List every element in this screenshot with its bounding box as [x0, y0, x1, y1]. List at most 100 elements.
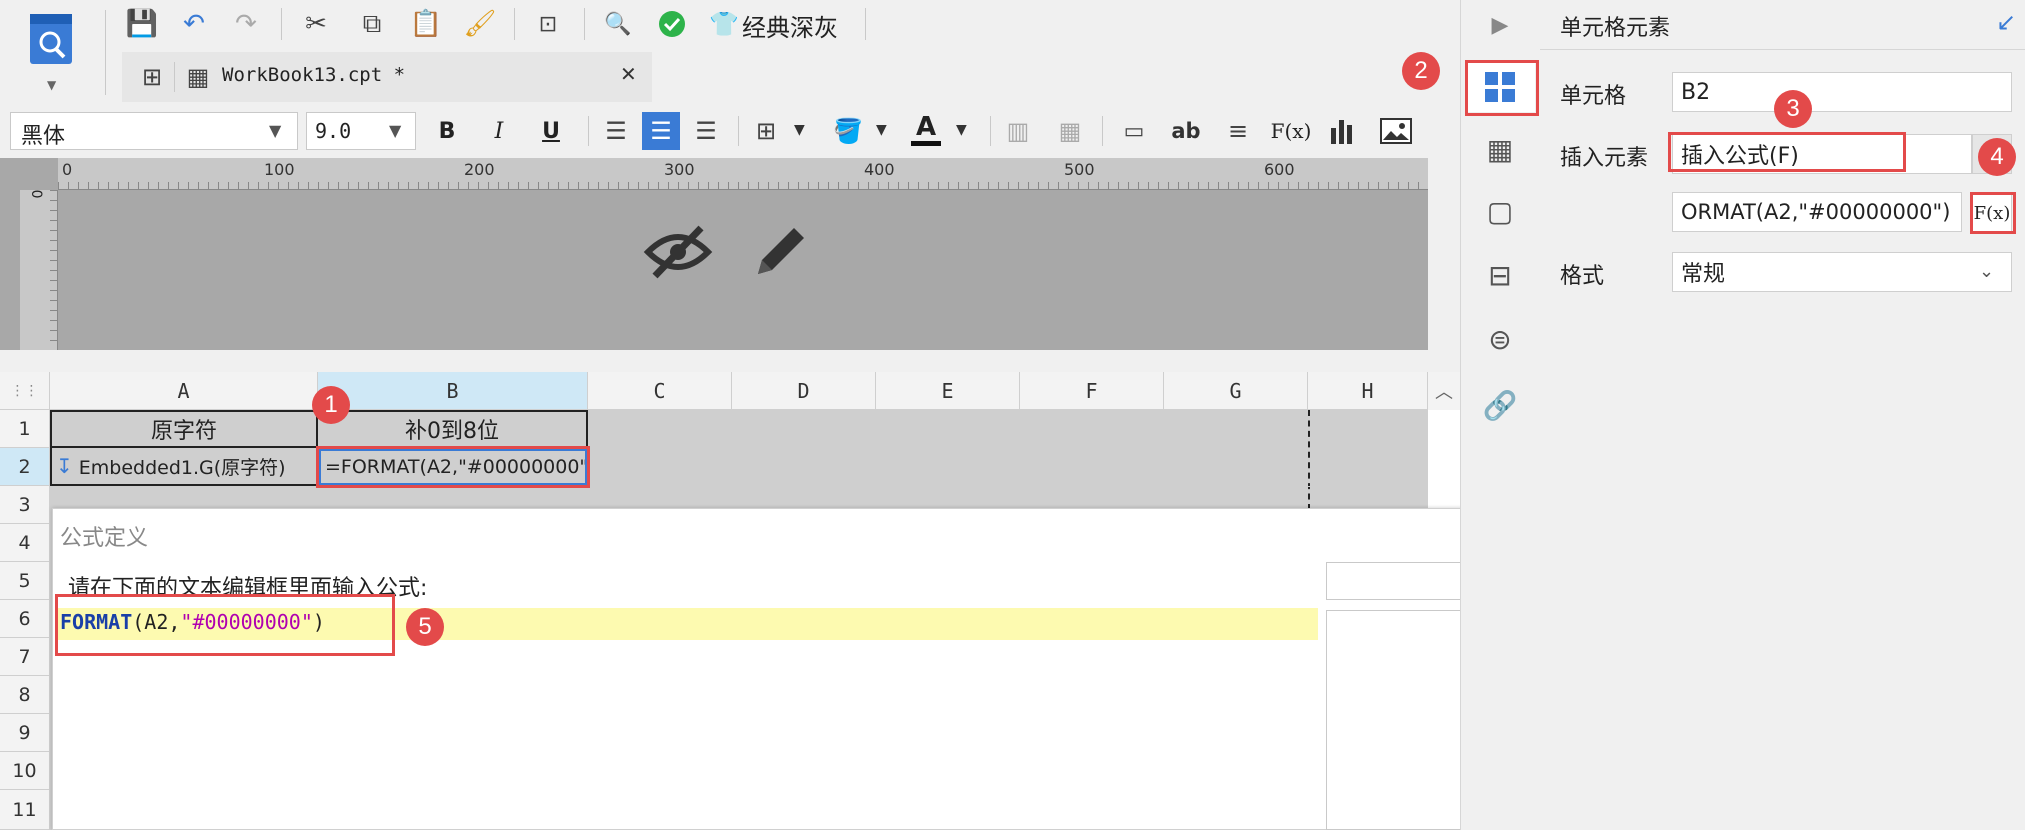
undo-icon[interactable]: ↶	[174, 4, 214, 44]
step-badge-2: 2	[1402, 52, 1440, 90]
image-icon[interactable]	[1376, 112, 1416, 150]
fill-bucket-icon[interactable]: 🪣	[830, 112, 866, 150]
cell-label: 单元格	[1560, 84, 1627, 109]
collapse-panel-icon[interactable]: ▶	[1465, 0, 1535, 50]
text-color-icon[interactable]: A	[908, 108, 944, 150]
format-value: 常规	[1681, 262, 1726, 287]
cell-b1[interactable]: 补0到8位	[318, 410, 588, 448]
row-header[interactable]: 10	[0, 752, 50, 790]
tab-close-icon[interactable]: ✕	[620, 62, 637, 86]
col-header-d[interactable]: D	[732, 372, 876, 410]
chevron-down-icon[interactable]: ▼	[794, 122, 805, 138]
paste-icon[interactable]: 📋	[406, 4, 446, 44]
chart-search-icon[interactable]: 🔍	[598, 4, 638, 44]
format-select[interactable]: 常规 ⌄	[1672, 252, 2012, 292]
widget-icon[interactable]: ⊟	[1465, 250, 1535, 300]
expand-down-icon: ↧	[56, 454, 73, 478]
row-header[interactable]: 3	[0, 486, 50, 524]
row-header[interactable]: 5	[0, 562, 50, 600]
col-header-f[interactable]: F	[1020, 372, 1164, 410]
formula-field[interactable]: ORMAT(A2,"#00000000")	[1672, 192, 1962, 232]
hyperlink-icon[interactable]: 🔗	[1465, 380, 1535, 430]
redo-icon[interactable]: ↷	[226, 4, 266, 44]
report-logo-icon[interactable]	[28, 12, 78, 68]
font-name-value: 黑体	[21, 124, 66, 149]
cell-a2[interactable]: ↧ Embedded1.G(原字符)	[50, 448, 318, 486]
text-preview-icon[interactable]: ⊡	[528, 4, 568, 44]
align-left-icon[interactable]: ☰	[598, 112, 634, 150]
ruler-area: 0	[0, 158, 1428, 350]
ruler-tick: 500	[1064, 160, 1095, 179]
bar-chart-icon[interactable]	[1324, 112, 1360, 150]
chevron-down-icon[interactable]: ⌄	[1979, 261, 1994, 282]
row-header[interactable]: 4	[0, 524, 50, 562]
col-header-e[interactable]: E	[876, 372, 1020, 410]
row-header[interactable]: 7	[0, 638, 50, 676]
hide-eye-icon[interactable]	[640, 214, 716, 290]
unmerge-cells-icon[interactable]: ▦	[1052, 112, 1088, 150]
step-badge-5: 5	[406, 608, 444, 646]
col-header-c[interactable]: C	[588, 372, 732, 410]
row-header[interactable]: 2	[0, 448, 50, 486]
merge-cells-icon[interactable]: ▥	[1000, 112, 1036, 150]
col-header-h[interactable]: H	[1308, 372, 1428, 410]
theme-label[interactable]: 经典深灰	[742, 8, 838, 43]
tab-bar: ⊞ ▦ WorkBook13.cpt * ✕	[122, 52, 652, 102]
row-header[interactable]: 9	[0, 714, 50, 752]
app-window: ▼ 💾 ↶ ↷ ✂ ⧉ 📋 🖌 ⊡ 🔍 👕 经典深灰 ⊞ ▦ WorkBook1…	[0, 0, 2025, 830]
select-all-corner[interactable]: ⋮⋮	[0, 372, 50, 410]
check-circle-icon[interactable]	[652, 4, 692, 44]
condition-icon[interactable]: ⊜	[1465, 314, 1535, 364]
tab-workbook13[interactable]: WorkBook13.cpt *	[222, 64, 405, 86]
dialog-title: 公式定义	[60, 526, 149, 551]
format-brush-icon[interactable]: 🖌	[460, 4, 500, 44]
chevron-down-icon[interactable]: ▼	[876, 122, 887, 138]
edit-pencil-icon[interactable]	[742, 214, 818, 290]
cell-input[interactable]: B2	[1672, 72, 2012, 112]
ruler-tick: 300	[664, 160, 695, 179]
bold-button[interactable]: B	[430, 112, 464, 150]
workbook-icon: ▦	[186, 63, 210, 91]
font-name-select[interactable]: 黑体 ▼	[10, 112, 298, 150]
grid-add-icon[interactable]: ⊞	[134, 57, 170, 97]
panel-header: 单元格元素 ↙	[1540, 0, 2025, 50]
format-label: 格式	[1560, 264, 1605, 289]
save-icon[interactable]: 💾	[122, 4, 162, 44]
text-field-icon[interactable]: ▭	[1116, 112, 1152, 150]
logo-dropdown-icon[interactable]: ▼	[47, 78, 56, 92]
ruler-v-0: 0	[30, 189, 47, 199]
insert-element-label: 插入元素	[1560, 146, 1649, 171]
align-right-icon[interactable]: ☰	[688, 112, 724, 150]
underline-button[interactable]: U	[534, 112, 568, 150]
row-header[interactable]: 8	[0, 676, 50, 714]
ab-icon[interactable]: ab	[1168, 112, 1204, 150]
cell-attribute-icon[interactable]: ▦	[1465, 124, 1535, 174]
italic-button[interactable]: I	[482, 112, 516, 150]
ruler-tick: 0	[62, 160, 73, 179]
highlight-cell-element-icon	[1465, 60, 1539, 116]
row-header[interactable]: 11	[0, 790, 50, 830]
richtext-icon[interactable]: ≡	[1220, 112, 1256, 150]
border-frame-icon[interactable]: ▢	[1465, 186, 1535, 236]
highlight-cell-b2	[316, 446, 590, 488]
dock-arrow-icon[interactable]: ↙	[1996, 8, 2016, 36]
copy-icon[interactable]: ⧉	[352, 4, 392, 44]
align-center-icon[interactable]: ☰	[642, 112, 680, 150]
theme-shirt-icon[interactable]: 👕	[708, 4, 740, 44]
chevron-down-icon[interactable]: ▼	[269, 121, 281, 140]
chevron-down-icon[interactable]: ▼	[956, 122, 967, 138]
row-header[interactable]: 1	[0, 410, 50, 448]
col-header-a[interactable]: A	[50, 372, 318, 410]
row-header[interactable]: 6	[0, 600, 50, 638]
chevron-down-icon[interactable]: ▼	[389, 121, 401, 140]
cut-icon[interactable]: ✂	[296, 4, 336, 44]
cell-a1[interactable]: 原字符	[50, 410, 318, 448]
formula-icon[interactable]: F(x)	[1270, 112, 1312, 150]
font-size-select[interactable]: 9.0 ▼	[306, 112, 416, 150]
ruler-tick: 100	[264, 160, 295, 179]
col-header-b[interactable]: B	[318, 372, 588, 410]
scroll-up-icon[interactable]: ︿	[1428, 372, 1460, 410]
border-icon[interactable]: ⊞	[748, 112, 784, 150]
vertical-ruler	[20, 190, 58, 350]
col-header-g[interactable]: G	[1164, 372, 1308, 410]
